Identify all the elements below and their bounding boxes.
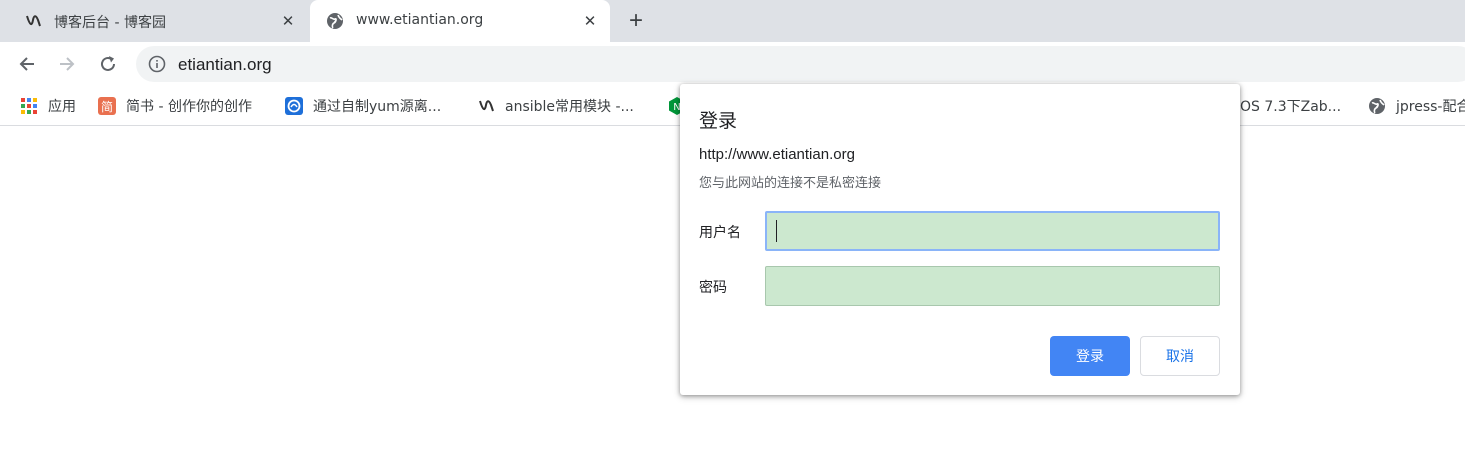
bookmark-label: 通过自制yum源离... [313,99,442,115]
close-tab-icon[interactable]: ✕ [580,11,600,31]
forward-arrow-icon[interactable] [55,52,79,76]
svg-text:简: 简 [101,100,113,114]
toolbar: etiantian.org [0,42,1465,86]
new-tab-button[interactable]: + [623,7,649,34]
password-input[interactable] [765,266,1220,306]
tab-etiantian[interactable]: www.etiantian.org ✕ [310,0,610,42]
login-button[interactable]: 登录 [1050,336,1130,376]
back-arrow-icon[interactable] [15,52,39,76]
login-dialog: 登录 http://www.etiantian.org 您与此网站的连接不是私密… [680,84,1240,395]
bookmark-label: 应用 [48,99,76,115]
globe-icon [1368,97,1386,115]
tab-title: www.etiantian.org [356,12,484,28]
info-icon[interactable] [148,55,166,73]
text-caret [776,220,777,242]
jianshu-icon: 简 [98,97,116,115]
address-bar[interactable]: etiantian.org [136,46,1465,82]
bookmark-ansible[interactable]: ansible常用模块 -... [477,95,634,117]
bookmark-label: 简书 - 创作你的创作 [126,99,252,115]
bookmark-jianshu[interactable]: 简 简书 - 创作你的创作 [98,95,252,117]
cnblogs-icon [24,12,42,30]
password-label: 密码 [699,280,727,296]
bookmark-label: jpress-配合 [1396,99,1465,115]
bookmark-zabbix[interactable]: OS 7.3下Zab... [1240,95,1341,117]
bookmark-label: OS 7.3下Zab... [1240,99,1342,115]
cnblogs-icon [477,97,495,115]
bookmark-yum[interactable]: 通过自制yum源离... [285,95,441,117]
close-tab-icon[interactable]: ✕ [278,11,298,31]
tab-strip: 博客后台 - 博客园 ✕ www.etiantian.org ✕ + [0,0,1465,42]
dialog-title: 登录 [699,110,738,132]
reload-icon[interactable] [96,52,120,76]
blue-circle-icon [285,97,303,115]
dialog-site-url: http://www.etiantian.org [699,146,855,163]
tab-cnblogs-admin[interactable]: 博客后台 - 博客园 ✕ [8,0,308,42]
bookmark-apps[interactable]: 应用 [20,95,76,117]
username-input[interactable] [765,211,1220,251]
bookmark-label: ansible常用模块 -... [505,99,634,115]
address-bar-url: etiantian.org [178,55,272,74]
bookmark-jpress[interactable]: jpress-配合 [1368,95,1465,117]
dialog-connection-warning: 您与此网站的连接不是私密连接 [699,176,882,191]
globe-icon [326,12,344,30]
cancel-button[interactable]: 取消 [1140,336,1220,376]
apps-grid-icon [20,97,38,115]
tab-title: 博客后台 - 博客园 [54,15,166,31]
username-label: 用户名 [699,225,741,241]
